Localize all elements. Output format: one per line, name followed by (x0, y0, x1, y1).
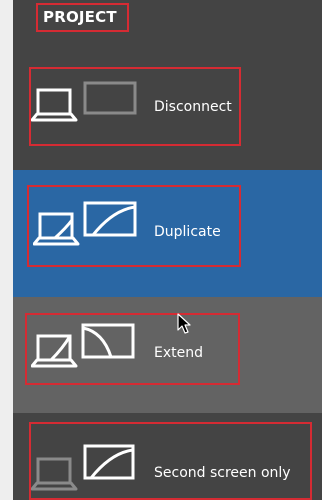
option-label: Duplicate (154, 224, 221, 240)
option-label: Extend (154, 345, 203, 361)
project-header: PROJECT (13, 0, 322, 38)
second-screen-only-icon (31, 444, 135, 491)
duplicate-icon (33, 201, 137, 246)
option-second-screen-only[interactable]: Second screen only (13, 413, 322, 500)
option-extend[interactable]: Extend (13, 297, 322, 413)
mouse-cursor-icon (177, 313, 191, 334)
project-title: PROJECT (36, 3, 129, 32)
option-disconnect[interactable]: Disconnect (13, 53, 322, 165)
option-label: Second screen only (154, 465, 291, 481)
option-duplicate[interactable]: Duplicate (13, 170, 322, 297)
option-label: Disconnect (154, 99, 232, 115)
extend-icon (31, 323, 135, 368)
disconnect-icon (31, 81, 137, 122)
background-strip (0, 0, 13, 500)
